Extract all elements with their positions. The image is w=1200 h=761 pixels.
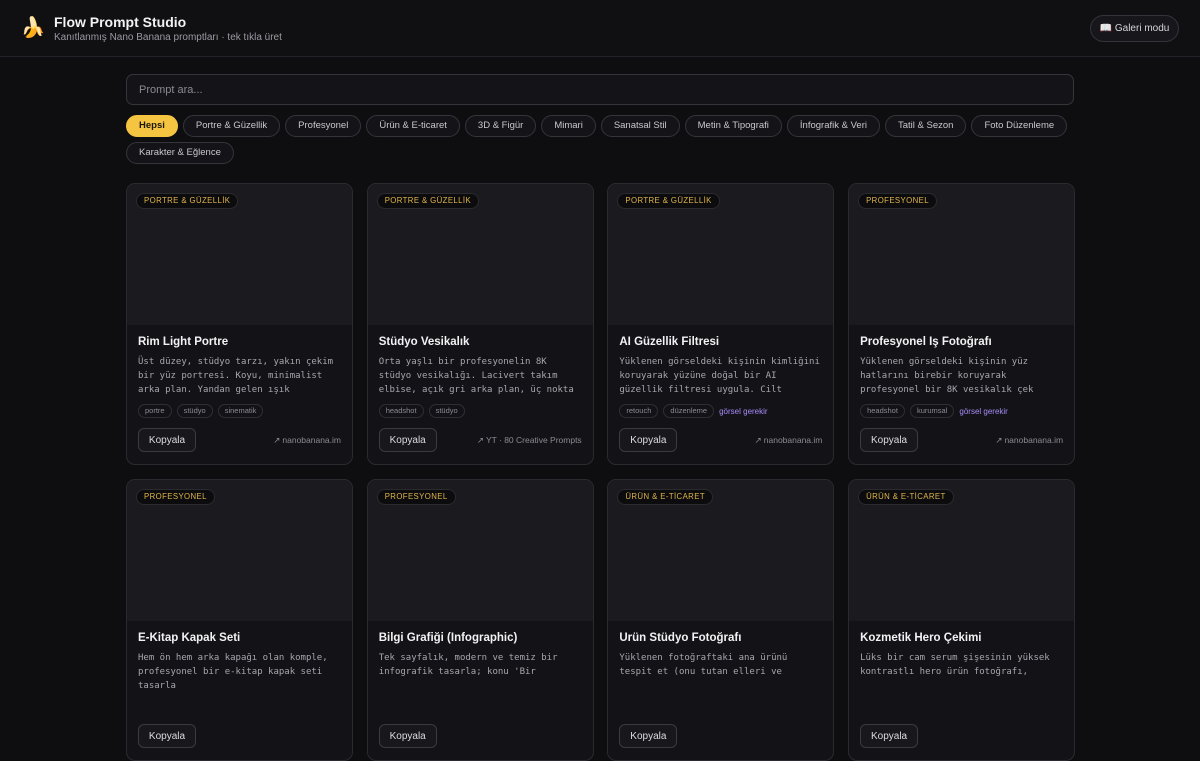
copy-button[interactable]: Kopyala: [378, 724, 437, 748]
source-label: nanobanana.im: [1004, 435, 1064, 445]
card-title: Bilgi Grafiği (Infographic): [378, 632, 518, 644]
filter-chip[interactable]: Karakter & Eğlence: [126, 142, 234, 164]
source-label: nanobanana.im: [282, 435, 341, 445]
prompt-card[interactable]: PORTRE & GÜZELLİK AI Güzellik Filtresi Yük…: [607, 183, 835, 465]
category-badge: PORTRE & GÜZELLİK: [376, 193, 480, 209]
card-description: Yüklenen görseldeki kişinin yüz hatların…: [860, 357, 1034, 395]
prompt-card[interactable]: PORTRE & GÜZELLİK Stüdyo Vesikalık Orta ya…: [366, 183, 594, 465]
tag: düzenleme: [663, 404, 715, 418]
copy-button[interactable]: Kopyala: [860, 428, 919, 452]
copy-button[interactable]: Kopyala: [378, 428, 437, 452]
filter-chip[interactable]: Sanatsal Stil: [600, 115, 680, 137]
card-title: Ürün Stüdyo Fotoğrafı: [619, 632, 742, 644]
card-title: Profesyonel İş Fotoğrafı: [860, 336, 992, 348]
source-link[interactable]: ↗ YT · 80 Creative Prompts: [477, 435, 582, 446]
filter-chip[interactable]: Hepsi: [126, 115, 178, 137]
card-description: Orta yaşlı bir profesyonelin 8K stüdyo v…: [378, 357, 574, 395]
tag: stüdyo: [176, 404, 213, 418]
category-filter-bar: Hepsi Portre & Güzellik Profesyonel Ürün & …: [126, 115, 1074, 164]
category-badge: ÜRÜN & E-TİCARET: [858, 489, 954, 505]
prompt-card[interactable]: ÜRÜN & E-TİCARET Ürün Stüdyo Fotoğrafı Yük…: [607, 479, 835, 761]
filter-chip[interactable]: Metin & Tipografi: [684, 115, 782, 137]
copy-button[interactable]: Kopyala: [619, 724, 678, 748]
filter-chip[interactable]: 3D & Figür: [464, 115, 537, 137]
prompt-card[interactable]: PORTRE & GÜZELLİK Rim Light Portre Üst düz…: [126, 183, 353, 465]
prompt-search-input[interactable]: [126, 74, 1074, 105]
category-badge: PROFESYONEL: [136, 489, 215, 505]
source-label: nanobanana.im: [763, 435, 823, 445]
source-label: YT · 80 Creative Prompts: [485, 435, 582, 445]
copy-button[interactable]: Kopyala: [619, 428, 678, 452]
copy-button[interactable]: Kopyala: [138, 724, 196, 748]
gallery-mode-button[interactable]: 📖 Galeri modu: [1090, 15, 1179, 42]
card-title: E-Kitap Kapak Seti: [138, 632, 241, 644]
category-badge: PROFESYONEL: [376, 489, 456, 505]
filter-chip[interactable]: Ürün & E-ticaret: [366, 115, 460, 137]
prompt-card[interactable]: PROFESYONEL Bilgi Grafiği (Infographic) Te…: [366, 479, 594, 761]
needs-image-note: görsel gerekir: [719, 406, 768, 416]
copy-button[interactable]: Kopyala: [138, 428, 196, 452]
tag: headshot: [378, 404, 424, 418]
filter-chip[interactable]: Profesyonel: [285, 115, 362, 137]
tag: kurumsal: [909, 404, 955, 418]
card-tags: headshot stüdyo: [378, 404, 582, 418]
external-link-icon: ↗: [476, 435, 484, 445]
category-badge: PORTRE & GÜZELLİK: [136, 193, 239, 209]
filter-chip[interactable]: Foto Düzenleme: [971, 115, 1068, 137]
card-tags: retouch düzenleme görsel gerekir: [619, 404, 822, 418]
filter-chip[interactable]: İnfografik & Veri: [786, 115, 880, 137]
category-badge: PROFESYONEL: [858, 193, 937, 209]
prompt-card[interactable]: PROFESYONEL E-Kitap Kapak Seti Hem ön hem …: [126, 479, 353, 761]
needs-image-note: görsel gerekir: [959, 406, 1008, 416]
card-title: Stüdyo Vesikalık: [378, 336, 470, 348]
tag: headshot: [860, 404, 905, 418]
filter-chip[interactable]: Tatil & Sezon: [884, 115, 967, 137]
card-description: Üst düzey, stüdyo tarzı, yakın çekim bir…: [138, 357, 334, 395]
prompt-card-grid: PORTRE & GÜZELLİK Rim Light Portre Üst düz…: [126, 183, 1076, 761]
filter-chip[interactable]: Portre & Güzellik: [182, 115, 281, 137]
card-tags: headshot kurumsal görsel gerekir: [860, 404, 1063, 418]
external-link-icon: ↗: [273, 435, 281, 445]
filter-chip[interactable]: Mimari: [541, 115, 596, 137]
tag: retouch: [619, 404, 659, 418]
tag: portre: [138, 404, 172, 418]
external-link-icon: ↗: [995, 435, 1003, 445]
banana-logo-icon: 🍌: [20, 17, 46, 39]
card-description: Yüklenen görseldeki kişinin kimliğini ko…: [619, 357, 820, 395]
card-tags: portre stüdyo sinematik: [138, 404, 341, 418]
source-link[interactable]: ↗ nanobanana.im: [755, 435, 823, 446]
category-badge: PORTRE & GÜZELLİK: [617, 193, 720, 209]
app-title: Flow Prompt Studio: [54, 14, 187, 30]
prompt-card[interactable]: PROFESYONEL Profesyonel İş Fotoğrafı Yükle…: [848, 183, 1076, 465]
category-badge: ÜRÜN & E-TİCARET: [617, 489, 713, 505]
card-description: Lüks bir cam serum şişesinin yüksek kont…: [860, 653, 1050, 677]
card-description: Hem ön hem arka kapağı olan komple, prof…: [138, 653, 328, 691]
card-description: Tek sayfalık, modern ve temiz bir infogr…: [378, 653, 558, 677]
external-link-icon: ↗: [754, 435, 762, 445]
app-subtitle: Kanıtlanmış Nano Banana promptları · tek…: [54, 32, 282, 43]
source-link[interactable]: ↗ nanobanana.im: [273, 435, 341, 446]
tag: sinematik: [217, 404, 264, 418]
source-link[interactable]: ↗ nanobanana.im: [995, 435, 1063, 446]
card-title: AI Güzellik Filtresi: [619, 336, 720, 348]
card-title: Rim Light Portre: [138, 336, 229, 348]
app-header: 🍌 Flow Prompt Studio Kanıtlanmış Nano Ba…: [0, 0, 1200, 57]
prompt-card[interactable]: ÜRÜN & E-TİCARET Kozmetik Hero Çekimi Lüks…: [848, 479, 1076, 761]
card-title: Kozmetik Hero Çekimi: [860, 632, 982, 644]
card-description: Yüklenen fotoğraftaki ana ürünü tespit e…: [619, 653, 788, 677]
copy-button[interactable]: Kopyala: [860, 724, 919, 748]
tag: stüdyo: [428, 404, 465, 418]
